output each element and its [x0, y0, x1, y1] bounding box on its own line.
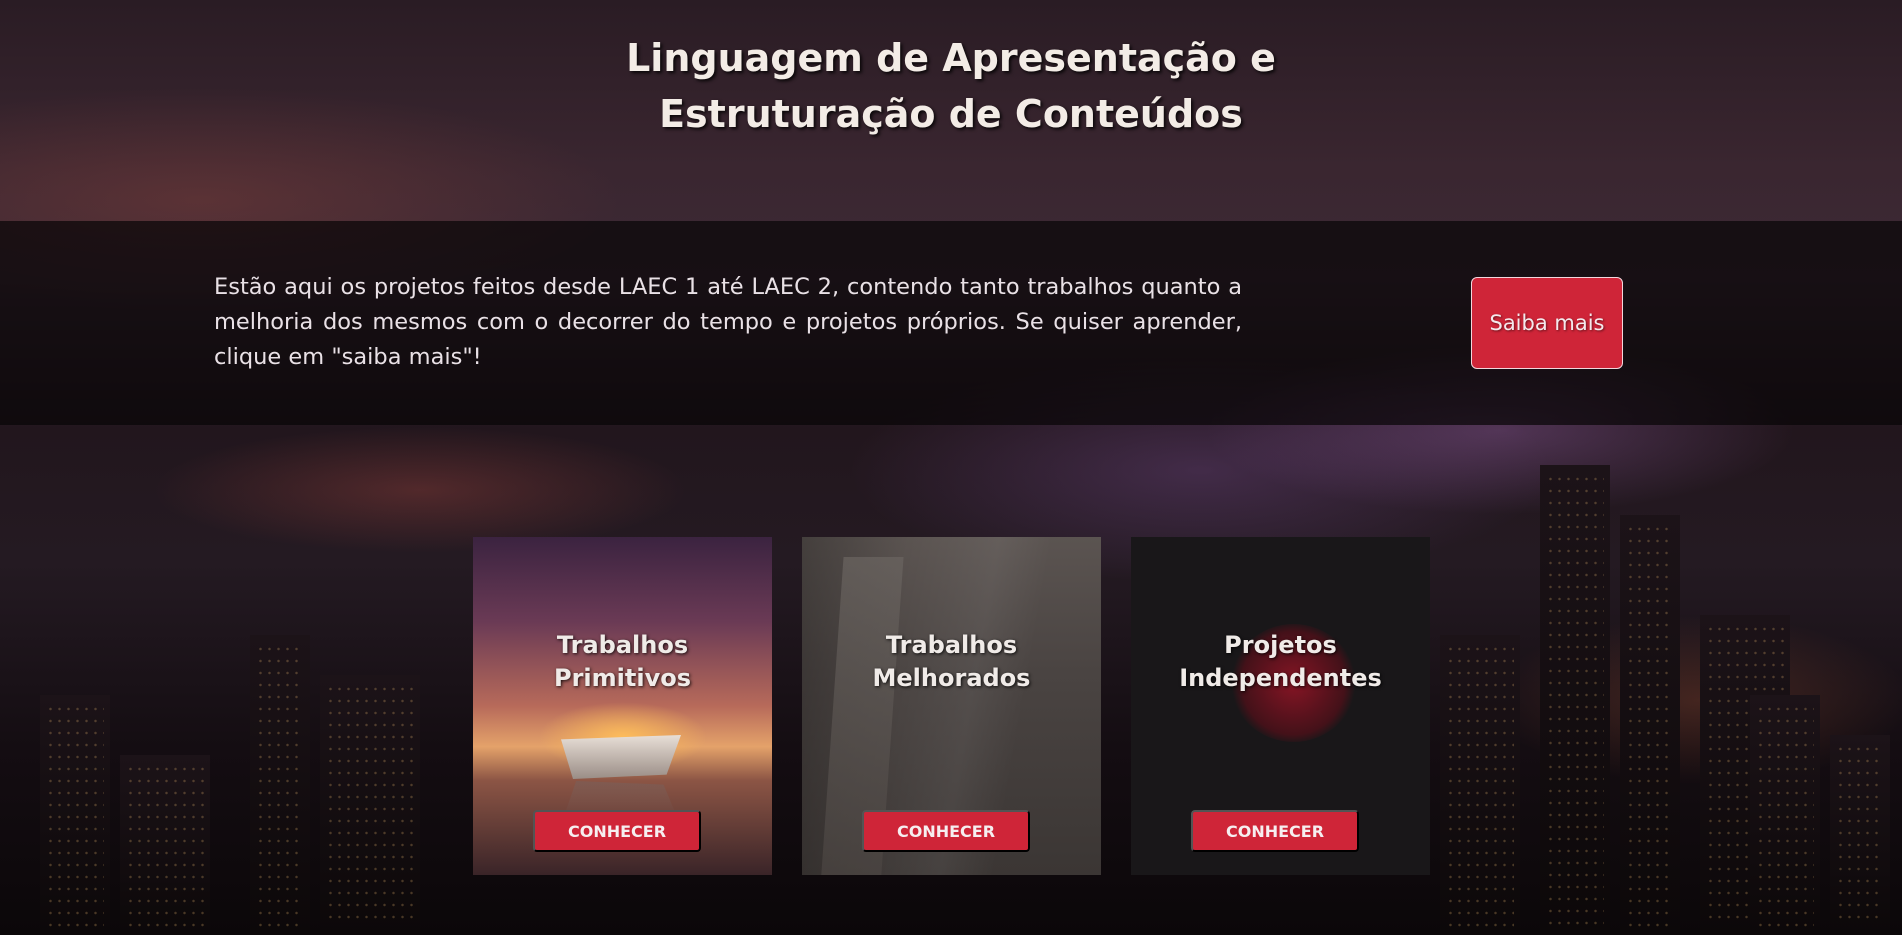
page-title: Linguagem de Apresentação e Estruturação…: [601, 30, 1301, 221]
card-title-line-2: Independentes: [1179, 664, 1382, 692]
card-title-line-1: Trabalhos: [885, 631, 1018, 659]
conhecer-button-melhorados[interactable]: CONHECER: [862, 810, 1030, 852]
card-title-line-2: Melhorados: [872, 664, 1031, 692]
intro-text: Estão aqui os projetos feitos desde LAEC…: [214, 274, 1242, 370]
conhecer-button-primitivos[interactable]: CONHECER: [533, 810, 701, 852]
card-title-line-2: Primitivos: [553, 664, 691, 692]
card-title: Trabalhos Primitivos: [473, 629, 772, 695]
card-title-line-1: Projetos: [1224, 631, 1337, 659]
page-title-line-1: Linguagem de Apresentação e: [626, 36, 1276, 80]
card-title: Trabalhos Melhorados: [802, 629, 1101, 695]
saiba-mais-button[interactable]: Saiba mais: [1471, 277, 1623, 369]
card-title: Projetos Independentes: [1131, 629, 1430, 695]
project-cards: Trabalhos Primitivos CONHECER Trabalhos …: [0, 537, 1902, 877]
conhecer-button-independentes[interactable]: CONHECER: [1191, 810, 1359, 852]
card-projetos-independentes: Projetos Independentes CONHECER: [1131, 537, 1430, 875]
card-title-line-1: Trabalhos: [556, 631, 689, 659]
page-title-line-2: Estruturação de Conteúdos: [659, 92, 1243, 136]
page-header: Linguagem de Apresentação e Estruturação…: [0, 0, 1902, 221]
intro-section: Estão aqui os projetos feitos desde LAEC…: [0, 221, 1902, 425]
boat-image: [561, 735, 681, 779]
card-trabalhos-primitivos: Trabalhos Primitivos CONHECER: [473, 537, 772, 875]
card-trabalhos-melhorados: Trabalhos Melhorados CONHECER: [802, 537, 1101, 875]
